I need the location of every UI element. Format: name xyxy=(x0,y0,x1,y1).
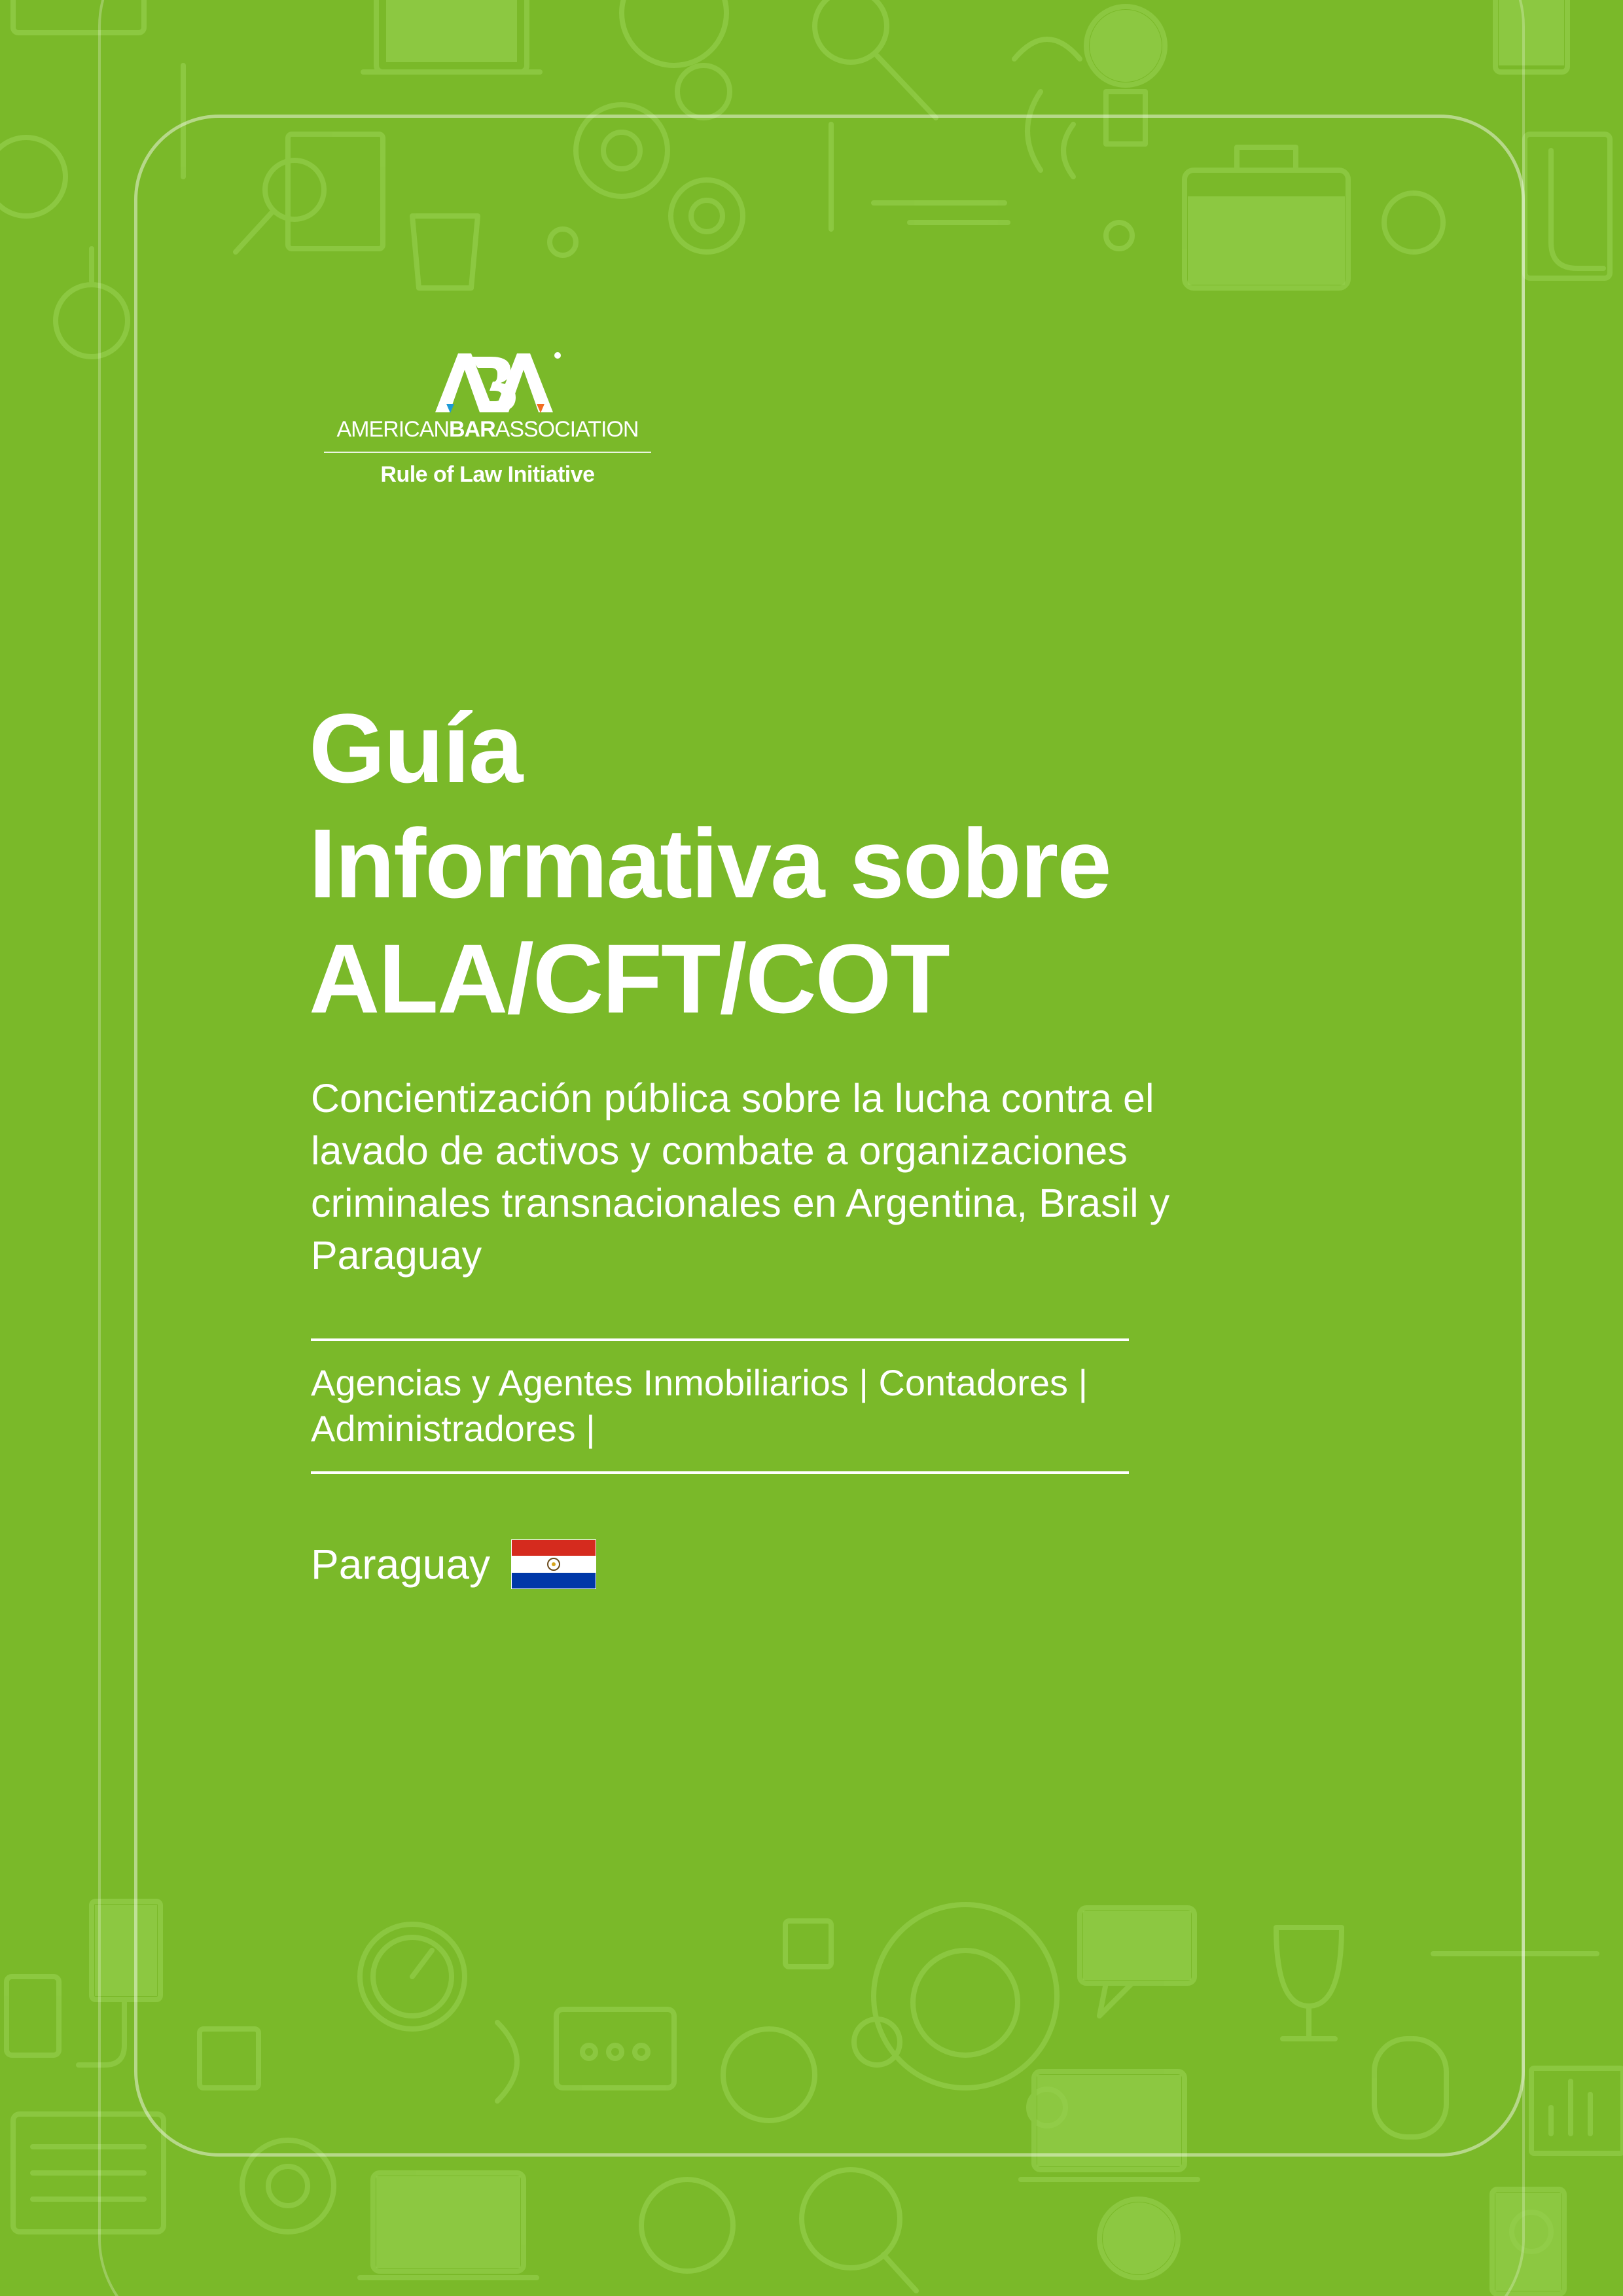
country-row: Paraguay xyxy=(311,1539,596,1589)
logo-name-part1: AMERICAN xyxy=(336,417,450,442)
title-line-1: Guía xyxy=(309,693,523,803)
aba-logo-mark-icon xyxy=(435,352,561,413)
logo-subtitle: Rule of Law Initiative xyxy=(380,462,595,487)
logo-name-part2: BAR xyxy=(448,417,496,442)
title-line-2: Informativa sobre xyxy=(309,808,1112,918)
divider-top xyxy=(311,1338,1129,1341)
aba-logo-name: AMERICANBARASSOCIATION xyxy=(324,417,651,442)
cover-page: AMERICANBARASSOCIATION Rule of Law Initi… xyxy=(0,0,1623,2296)
aba-logo: AMERICANBARASSOCIATION Rule of Law Initi… xyxy=(324,350,651,488)
audience-list: Agencias y Agentes Inmobiliarios | Conta… xyxy=(311,1362,1088,1449)
country-name: Paraguay xyxy=(311,1541,490,1588)
paraguay-flag-icon xyxy=(510,1539,596,1589)
page-subtitle: Concientización pública sobre la lucha c… xyxy=(311,1076,1170,1278)
title-line-3: ALA/CFT/COT xyxy=(309,924,950,1033)
logo-name-part3: ASSOCIATION xyxy=(495,417,639,442)
divider-bottom xyxy=(311,1471,1129,1474)
logo-divider xyxy=(324,452,651,453)
page-title: Guía Informativa sobre ALA/CFT/COT xyxy=(309,691,1225,1036)
